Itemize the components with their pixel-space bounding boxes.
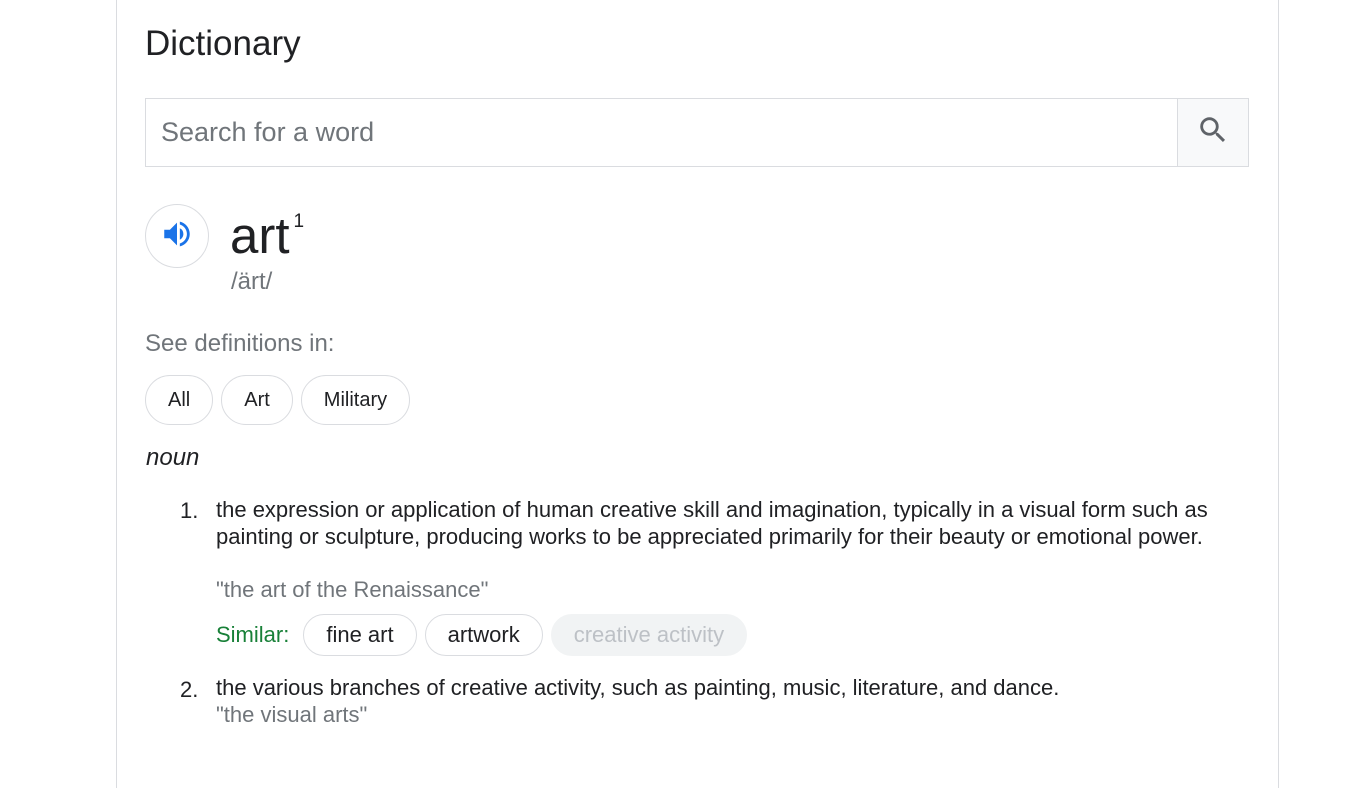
headword-superscript: 1 — [293, 211, 305, 232]
phonetic-spelling: /ärt/ — [231, 268, 273, 295]
headword-text: art — [230, 207, 290, 264]
speaker-icon — [160, 217, 194, 256]
definition-example: "the visual arts" — [216, 702, 368, 727]
similar-chip-creative-activity: creative activity — [550, 614, 748, 656]
similar-chip-artwork[interactable]: artwork — [424, 614, 543, 656]
similar-chip-fine-art[interactable]: fine art — [303, 614, 417, 656]
search-icon — [1196, 113, 1230, 152]
definition-text: the expression or application of human c… — [216, 497, 1208, 549]
search-button[interactable] — [1177, 99, 1248, 166]
similar-label: Similar: — [216, 622, 290, 647]
chip-military[interactable]: Military — [300, 375, 411, 425]
definition-number: 1. — [180, 498, 199, 523]
definition-source-chips: All Art Military — [145, 375, 411, 425]
part-of-speech: noun — [146, 444, 200, 471]
definition-example: "the art of the Renaissance" — [216, 577, 489, 602]
similar-words-row: Similar: fine art artwork creative activ… — [216, 614, 748, 656]
chip-all[interactable]: All — [145, 375, 214, 425]
chip-art[interactable]: Art — [221, 375, 293, 425]
search-box — [145, 98, 1249, 167]
definition-number: 2. — [180, 677, 199, 702]
pronunciation-audio-button[interactable] — [145, 204, 209, 268]
search-input[interactable] — [146, 99, 1177, 166]
see-definitions-label: See definitions in: — [145, 330, 335, 357]
headword: art 1 — [230, 206, 304, 266]
dictionary-title: Dictionary — [145, 24, 301, 63]
definition-text: the various branches of creative activit… — [216, 675, 1060, 700]
